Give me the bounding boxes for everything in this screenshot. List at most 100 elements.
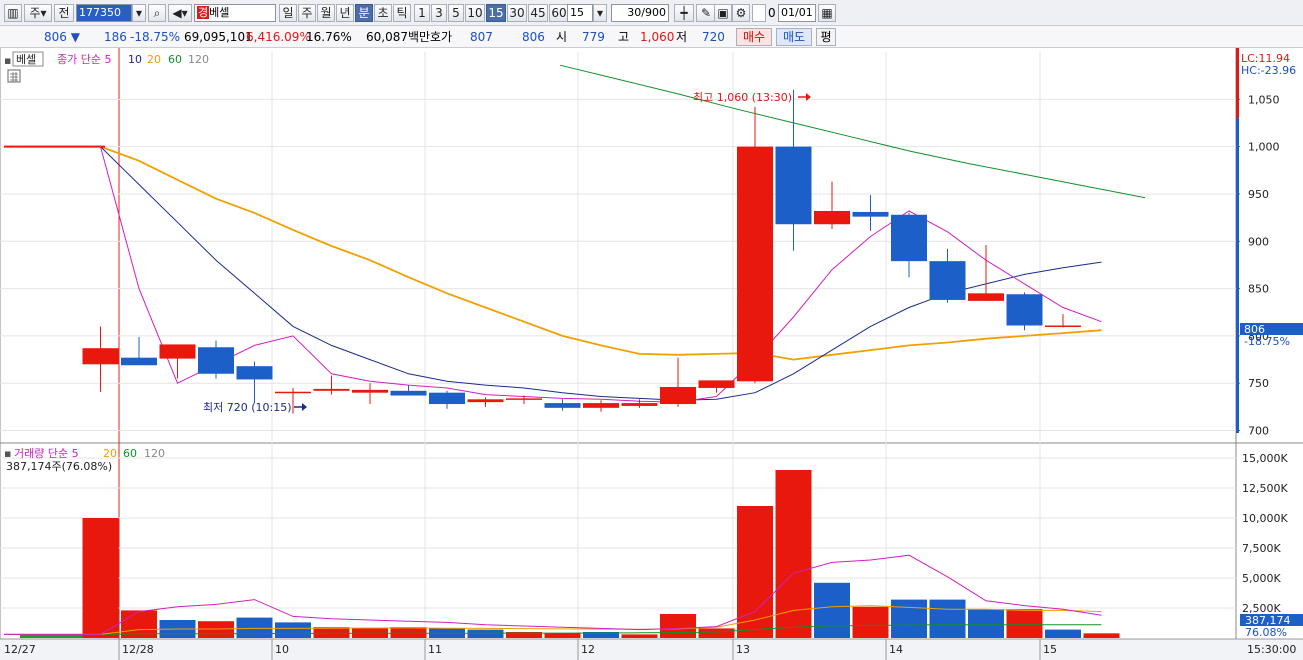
layout-icon[interactable]: ▥ [4,4,22,22]
candle-body [121,357,157,366]
volume-ratio: 6,416.09% [246,30,311,44]
volume-bar [775,470,812,638]
stock-chart[interactable]: 7007508008509009501,0001,0502,500K5,000K… [0,48,1303,660]
candle-body [236,366,273,380]
date-input[interactable]: 01/01 [778,4,816,22]
ask-price-1: 807 [470,30,493,44]
code-dropdown-icon[interactable]: ▾ [132,4,146,22]
volume-bar [275,622,311,638]
volume-legend-prefix: 거래량 단순 5 [14,447,79,460]
price-panel-stock-label: 베셀 [16,53,36,66]
minute-button-30[interactable]: 30 [507,4,527,22]
count-field[interactable]: 30/900 [611,4,669,22]
volume-bar [1006,609,1043,638]
hc-label: HC:-23.96 [1241,64,1296,77]
ma-legend-20: 20 [147,53,161,66]
stock-name: 베셀 [209,6,230,19]
save-icon[interactable]: ▣ [714,4,732,22]
minute-button-60[interactable]: 60 [549,4,569,22]
period-button-4[interactable]: 분 [355,4,373,22]
volume-bar [929,599,966,638]
sell-button[interactable]: 매도 [776,28,812,46]
interval-input[interactable]: 15 [567,4,593,22]
min-price-note: 최저 720 (10:15) [203,401,292,414]
period-button-2[interactable]: 월 [317,4,335,22]
candle-body [698,380,735,388]
candle-icon[interactable]: ┿ [674,4,694,22]
market-select[interactable]: 주▾ [24,4,52,22]
volume-tick-label: 15,000K [1242,452,1288,465]
count-total: /900 [641,6,666,19]
candle-body [390,390,427,396]
gear-icon[interactable]: ⚙ [732,4,750,22]
volume-legend-120: 120 [144,447,165,460]
period-button-0[interactable]: 일 [279,4,297,22]
volume-tick-label: 10,000K [1242,512,1288,525]
minute-button-3[interactable]: 3 [431,4,447,22]
price-tick-label: 950 [1248,188,1269,201]
ask-price-2: 806 [522,30,545,44]
turnover-ratio: 16.76% [306,30,352,44]
time-axis-label: 10 [275,643,289,656]
volume-menu-icon[interactable]: ▪ [4,447,11,460]
volume-tag-pct: 76.08% [1245,626,1287,639]
time-right-label: 15:30:00 [1247,643,1296,656]
candle-body [429,392,465,405]
prev-button[interactable]: 전 [54,4,74,22]
minute-button-15[interactable]: 15 [486,4,506,22]
volume-bar [621,634,658,638]
time-axis-label: 13 [736,643,750,656]
checkbox[interactable] [752,4,766,22]
calendar-icon[interactable]: ▦ [818,4,836,22]
volume-bar [467,629,504,638]
minute-button-1[interactable]: 1 [414,4,430,22]
volume-bar [198,621,234,638]
volume-bar [814,582,850,638]
candle-body [82,348,119,365]
price-tick-label: 750 [1248,377,1269,390]
candle-body [852,211,889,217]
period-button-3[interactable]: 년 [336,4,354,22]
minute-button-10[interactable]: 10 [465,4,485,22]
minute-button-5[interactable]: 5 [448,4,464,22]
time-axis-label: 11 [428,643,442,656]
panel-menu-icon[interactable]: ▪ [4,54,11,67]
candle-body [968,293,1004,301]
search-icon[interactable]: ⌕ [148,4,166,22]
price-change: 186 [104,30,127,44]
volume-bar [852,606,889,638]
current-price-tag-pct: -18.75% [1244,335,1290,348]
period-button-6[interactable]: 틱 [393,4,411,22]
candle-body [313,388,350,391]
market-label: 주 [29,6,41,20]
buy-button[interactable]: 매수 [736,28,772,46]
candle-body [660,387,696,405]
price-tick-label: 900 [1248,235,1269,248]
candle-body [621,403,658,406]
minute-button-45[interactable]: 45 [528,4,548,22]
candle-body [544,403,581,408]
period-button-5[interactable]: 초 [374,4,392,22]
candle-body [467,399,504,403]
low-price: 720 [702,30,725,44]
current-price: 806 ▼ [44,30,80,44]
period-button-1[interactable]: 주 [298,4,316,22]
trade-amount: 60,087백만 [366,30,431,44]
price-tick-label: 1,000 [1248,141,1280,154]
candle-body [1045,325,1081,327]
sound-icon[interactable]: ◀▾ [168,4,192,22]
volume-bar [82,518,119,638]
stock-name-field[interactable]: 경베셀 [194,4,276,22]
volume-bar [390,627,427,638]
interval-dropdown-icon[interactable]: ▾ [593,4,607,22]
volume-bar [236,617,273,638]
volume-bar [1083,633,1120,638]
volume-bar [891,599,927,638]
candle-body [891,214,927,262]
max-price-note: 최고 1,060 (13:30) [693,91,792,104]
code-input[interactable]: 177350 [76,4,132,22]
pen-icon[interactable]: ✎ [696,4,716,22]
candle-body [352,389,388,393]
eval-button[interactable]: 평 [816,28,836,46]
ma-legend-10: 10 [128,53,142,66]
